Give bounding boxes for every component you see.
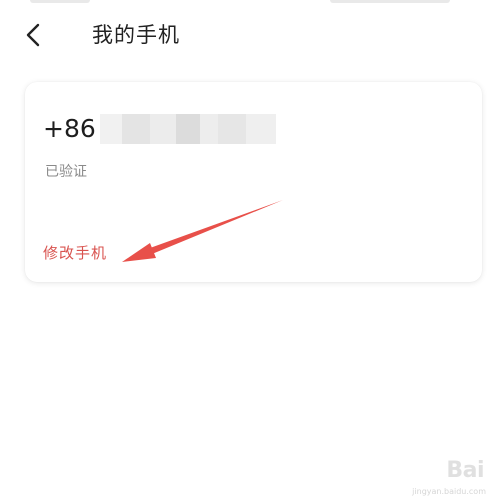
chevron-left-icon [26,23,40,47]
status-bar [0,0,502,8]
back-button[interactable] [16,18,50,52]
top-navigation-bar: 我的手机 [0,12,502,56]
phone-info-card: +86 已验证 修改手机 [25,82,482,282]
watermark: Bai jingyan.baidu.com [386,456,496,496]
country-code: +86 [43,114,96,143]
status-bar-fragment [30,0,90,3]
page-title: 我的手机 [92,23,180,47]
screen: 我的手机 +86 已验证 修改手机 Bai jingyan.baidu.com [0,0,502,502]
watermark-logo: Bai [446,458,484,483]
modify-phone-link[interactable]: 修改手机 [43,242,107,264]
watermark-caption: jingyan.baidu.com [412,487,486,496]
phone-number: +86 [43,112,276,146]
masked-phone-digits [99,114,276,144]
status-bar-fragment [330,0,450,3]
verified-status: 已验证 [45,164,87,180]
